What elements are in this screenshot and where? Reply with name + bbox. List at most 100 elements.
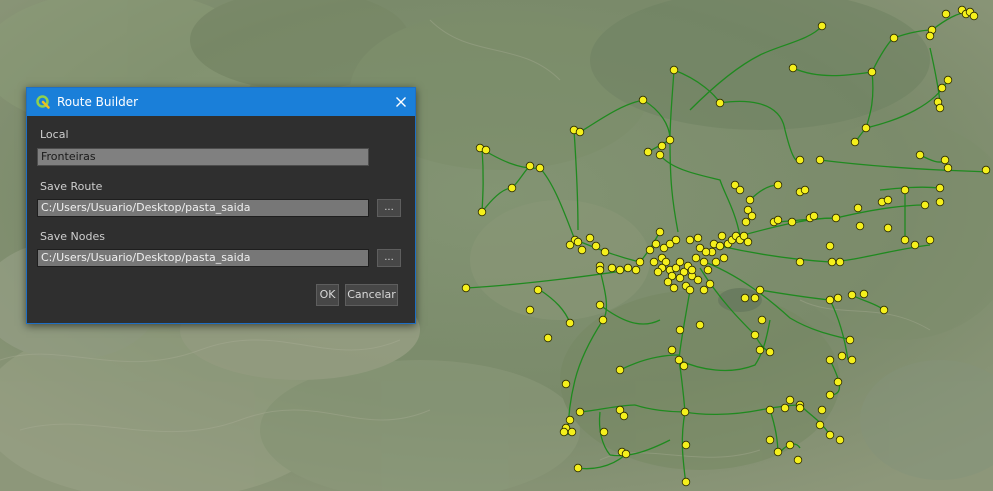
route-node	[655, 227, 665, 237]
route-node	[943, 75, 953, 85]
route-node	[795, 403, 805, 413]
route-node	[525, 161, 535, 171]
close-icon[interactable]	[387, 88, 415, 116]
route-node	[651, 239, 661, 249]
route-node	[691, 253, 701, 263]
route-node	[825, 241, 835, 251]
cancel-button[interactable]: Cancelar	[345, 284, 398, 306]
route-node	[750, 293, 760, 303]
route-node	[833, 377, 843, 387]
route-node	[585, 233, 595, 243]
route-node	[745, 195, 755, 205]
route-node	[835, 435, 845, 445]
route-node	[831, 213, 841, 223]
route-node	[675, 273, 685, 283]
route-node	[607, 263, 617, 273]
route-node	[935, 183, 945, 193]
local-label: Local	[40, 128, 69, 141]
route-node	[795, 257, 805, 267]
route-node	[943, 163, 953, 173]
route-node	[825, 390, 835, 400]
route-node	[925, 31, 935, 41]
route-node	[740, 293, 750, 303]
route-node	[575, 407, 585, 417]
route-node	[793, 455, 803, 465]
route-node	[815, 420, 825, 430]
route-node	[667, 345, 677, 355]
dialog-titlebar[interactable]: Route Builder	[27, 88, 415, 116]
route-node	[663, 277, 673, 287]
route-node	[573, 463, 583, 473]
route-node	[920, 200, 930, 210]
route-node	[855, 221, 865, 231]
save-route-field[interactable]: C:/Users/Usuario/Desktop/pasta_saida	[37, 199, 369, 217]
route-node	[669, 65, 679, 75]
route-node	[631, 265, 641, 275]
route-node	[765, 435, 775, 445]
route-node	[703, 265, 713, 275]
route-node	[900, 235, 910, 245]
route-node	[825, 295, 835, 305]
route-node	[785, 440, 795, 450]
route-node	[715, 98, 725, 108]
route-node	[559, 427, 569, 437]
route-node	[825, 355, 835, 365]
route-node	[669, 283, 679, 293]
route-node	[679, 361, 689, 371]
route-node	[699, 285, 709, 295]
route-node	[565, 318, 575, 328]
ok-button[interactable]: OK	[316, 284, 339, 306]
route-node	[623, 263, 633, 273]
route-node	[773, 180, 783, 190]
route-node	[743, 237, 753, 247]
save-nodes-browse-button[interactable]: ...	[377, 249, 401, 267]
route-node	[543, 333, 553, 343]
route-node	[773, 215, 783, 225]
route-node	[507, 183, 517, 193]
route-node	[889, 33, 899, 43]
route-node	[845, 335, 855, 345]
route-node	[595, 300, 605, 310]
route-node	[567, 427, 577, 437]
route-node	[765, 347, 775, 357]
route-node	[981, 165, 991, 175]
local-field[interactable]: Fronteiras	[37, 148, 369, 166]
dialog-title: Route Builder	[57, 95, 139, 109]
route-node	[461, 283, 471, 293]
route-node	[833, 293, 843, 303]
route-node	[969, 11, 979, 21]
route-node	[649, 257, 659, 267]
save-route-browse-button[interactable]: ...	[377, 199, 401, 217]
route-node	[693, 275, 703, 285]
route-node	[711, 257, 721, 267]
route-node	[685, 285, 695, 295]
route-node	[598, 315, 608, 325]
route-node	[615, 265, 625, 275]
route-node	[883, 195, 893, 205]
route-node	[861, 123, 871, 133]
route-node	[655, 150, 665, 160]
route-node	[817, 21, 827, 31]
route-node	[535, 163, 545, 173]
route-node	[477, 207, 487, 217]
route-node	[925, 235, 935, 245]
route-node	[788, 63, 798, 73]
route-node	[680, 407, 690, 417]
route-node	[883, 223, 893, 233]
route-node	[780, 403, 790, 413]
route-node	[867, 67, 877, 77]
route-node	[755, 345, 765, 355]
route-node	[699, 257, 709, 267]
qgis-icon	[35, 94, 51, 110]
save-nodes-label: Save Nodes	[40, 230, 105, 243]
route-node	[685, 235, 695, 245]
route-builder-dialog: Route Builder Local Fronteiras Save Rout…	[26, 87, 416, 324]
route-node	[695, 320, 705, 330]
route-node	[747, 211, 757, 221]
route-node	[853, 203, 863, 213]
save-nodes-field[interactable]: C:/Users/Usuario/Desktop/pasta_saida	[37, 249, 369, 267]
route-node	[675, 325, 685, 335]
route-node	[719, 253, 729, 263]
route-node	[940, 155, 950, 165]
route-node	[653, 267, 663, 277]
